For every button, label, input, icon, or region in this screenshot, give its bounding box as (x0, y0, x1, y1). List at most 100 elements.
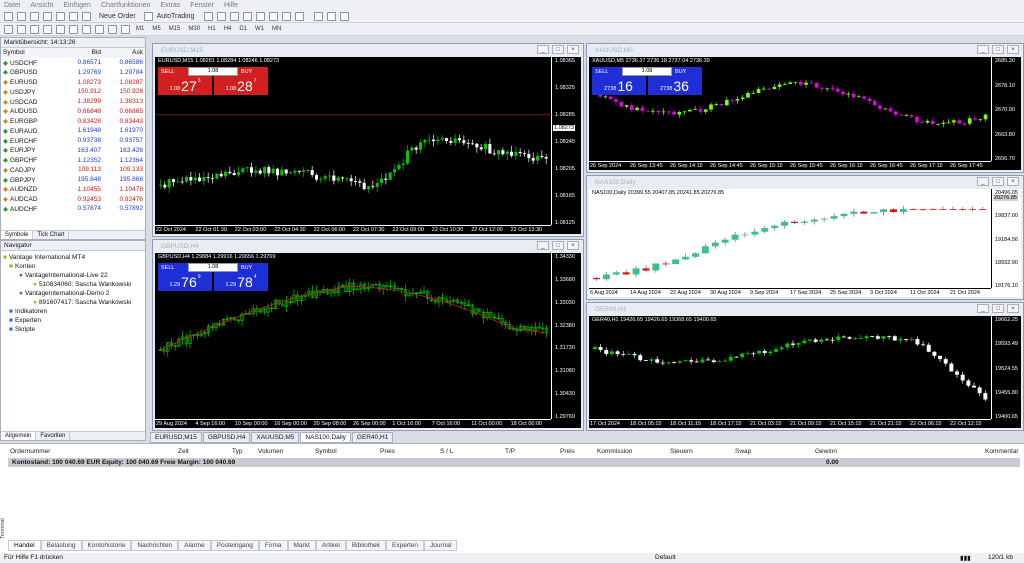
close-icon[interactable]: × (567, 241, 579, 250)
menu-item-3[interactable]: Chartfunktionen (101, 2, 150, 9)
nav-account-demo[interactable]: ● 891607417: Sascha Wankowski (3, 298, 143, 307)
tab-tick-chart[interactable]: Tick Chart (33, 231, 70, 239)
terminal-col-1[interactable]: Zeit (178, 448, 189, 455)
chart-canvas[interactable]: GBPUSD,H4 1.29884 1.29916 1.29656 1.2976… (155, 253, 581, 428)
minimize-icon[interactable]: _ (537, 45, 549, 54)
buy-button[interactable]: BUY (238, 263, 268, 272)
market-row[interactable]: ◆ AUDNZD 1.10455 1.10478 (1, 185, 145, 195)
nav-indicators[interactable]: ■ Indikatoren (3, 307, 143, 316)
menu-item-2[interactable]: Einfügen (63, 2, 91, 9)
chart-tab-4[interactable]: GER40,H1 (351, 432, 394, 443)
chart-window-1[interactable]: XAUUSD,M5 _ □ × XAUUSD,M5 2736.37 2736.18 27… (586, 43, 1024, 173)
menu-item-1[interactable]: Ansicht (30, 2, 53, 9)
terminal-tab-4[interactable]: Alarme (178, 540, 211, 551)
close-icon[interactable]: × (1007, 45, 1019, 54)
nav-root[interactable]: ■ Vantage International MT4 (3, 253, 143, 262)
zoom-out-icon[interactable] (256, 11, 266, 21)
terminal-tab-8[interactable]: Artikel (315, 540, 346, 551)
profiles-icon[interactable] (17, 11, 26, 21)
chart-window-title[interactable]: NAS100,Daily _ □ × (587, 176, 1023, 188)
market-row[interactable]: ◆ USDCHF 0.86571 0.86586 (1, 58, 145, 68)
market-row[interactable]: ◆ EURGBP 0.83428 0.83443 (1, 116, 145, 126)
nav-server-demo[interactable]: ● VantageInternational-Demo 2 (3, 289, 143, 298)
timeframe-mn[interactable]: MN (270, 26, 283, 32)
buy-price[interactable]: 1.29 78 4 (214, 272, 268, 291)
buy-price[interactable]: 1.08 28 7 (214, 76, 268, 95)
maximize-icon[interactable]: □ (552, 241, 564, 250)
timeframe-w1[interactable]: W1 (253, 26, 266, 32)
nav-accounts[interactable]: ■ Konten (3, 262, 143, 271)
tab-symbols[interactable]: Symbole (1, 231, 34, 239)
text-label-icon[interactable] (108, 24, 117, 34)
market-row[interactable]: ◆ AUDCAD 0.92453 0.92476 (1, 194, 145, 204)
col-symbol[interactable]: Symbol (1, 48, 61, 58)
chart-window-title[interactable]: GBPUSD,H4 _ □ × (153, 240, 583, 252)
market-row[interactable]: ◆ USDJPY 150.912 150.928 (1, 87, 145, 97)
tab-general[interactable]: Allgemein (1, 432, 37, 440)
sell-button[interactable]: SELL (158, 67, 188, 76)
terminal-tab-9[interactable]: Bibliothek (345, 540, 387, 551)
buy-price[interactable]: 2738 36 (648, 76, 702, 95)
sell-button[interactable]: SELL (158, 263, 188, 272)
menu-item-0[interactable]: Datei (4, 2, 20, 9)
chart-canvas[interactable]: NAS100,Daily 20399.55 20407.85 20241.85 … (589, 189, 1021, 297)
text-icon[interactable] (95, 24, 104, 34)
maximize-icon[interactable]: □ (992, 45, 1004, 54)
chart-tab-0[interactable]: EURUSD,M15 (150, 432, 202, 443)
chart-canvas[interactable]: XAUUSD,M5 2736.37 2736.18 2737.04 2736.3… (589, 57, 1021, 170)
menu-item-4[interactable]: Extras (160, 2, 180, 9)
market-row[interactable]: ◆ GBPCHF 1.12352 1.12364 (1, 155, 145, 165)
sell-button[interactable]: SELL (592, 67, 622, 76)
indicators-icon[interactable] (314, 11, 324, 21)
terminal-col-2[interactable]: Typ (232, 448, 242, 455)
sell-price[interactable]: 1.08 27 3 (158, 76, 212, 95)
new-chart-icon[interactable] (4, 11, 13, 21)
chart-window-3[interactable]: GBPUSD,H4 _ □ × GBPUSD,H4 1.29884 1.29916 1.… (152, 239, 584, 431)
market-row[interactable]: ◆ EURAUD 1.61948 1.61970 (1, 126, 145, 136)
terminal-col-13[interactable]: Kommentar (985, 448, 1019, 455)
terminal-col-11[interactable]: Swap (735, 448, 751, 455)
timeframe-m30[interactable]: M30 (186, 26, 202, 32)
nav-account-live[interactable]: ● 510834060: Sascha Wankowski (3, 280, 143, 289)
timeframe-h1[interactable]: H1 (206, 26, 218, 32)
terminal-tab-2[interactable]: Kontohistorie (81, 540, 132, 551)
market-row[interactable]: ◆ AUDUSD 0.66848 0.66865 (1, 107, 145, 117)
terminal-icon[interactable] (69, 11, 78, 21)
fibonacci-icon[interactable] (82, 24, 91, 34)
sell-price[interactable]: 2738 16 (592, 76, 646, 95)
market-row[interactable]: ◆ CADJPY 109.113 109.133 (1, 165, 145, 175)
terminal-tab-6[interactable]: Firma (258, 540, 288, 551)
market-row[interactable]: ◆ EURCHF 0.93738 0.93757 (1, 136, 145, 146)
arrows-icon[interactable] (121, 24, 130, 34)
cursor-icon[interactable] (4, 24, 13, 34)
market-row[interactable]: ◆ GBPJPY 195.848 195.868 (1, 175, 145, 185)
bar-chart-icon[interactable] (204, 11, 214, 21)
metaeditor-icon[interactable] (143, 11, 153, 21)
tile-windows-icon[interactable] (269, 11, 279, 21)
terminal-tab-7[interactable]: Markt (287, 540, 316, 551)
navigator-icon[interactable] (56, 11, 65, 21)
terminal-tab-5[interactable]: Posteingang (210, 540, 259, 551)
timeframe-h4[interactable]: H4 (222, 26, 234, 32)
chart-tab-1[interactable]: GBPUSD,H4 (202, 432, 251, 443)
maximize-icon[interactable]: □ (992, 304, 1004, 313)
col-ask[interactable]: Ask (103, 48, 145, 58)
terminal-tab-1[interactable]: Belastung (40, 540, 82, 551)
market-row[interactable]: ◆ EURUSD 1.08273 1.08287 (1, 77, 145, 87)
periods-icon[interactable] (327, 11, 337, 21)
new-order-button[interactable]: Neue Order (99, 13, 136, 20)
minimize-icon[interactable]: _ (977, 304, 989, 313)
maximize-icon[interactable]: □ (992, 177, 1004, 186)
horizontal-line-icon[interactable] (43, 24, 52, 34)
terminal-col-9[interactable]: Kommission (597, 448, 632, 455)
market-row[interactable]: ◆ GBPUSD 1.29769 1.29784 (1, 68, 145, 78)
minimize-icon[interactable]: _ (537, 241, 549, 250)
terminal-col-3[interactable]: Volumen (258, 448, 283, 455)
lot-size-input[interactable]: 1.08 (188, 263, 238, 272)
vertical-line-icon[interactable] (30, 24, 39, 34)
close-icon[interactable]: × (1007, 177, 1019, 186)
market-row[interactable]: ◆ AUDCHF 0.57874 0.57892 (1, 204, 145, 214)
candlestick-icon[interactable] (217, 11, 227, 21)
templates-icon[interactable] (340, 11, 350, 21)
nav-experts[interactable]: ■ Experten (3, 316, 143, 325)
